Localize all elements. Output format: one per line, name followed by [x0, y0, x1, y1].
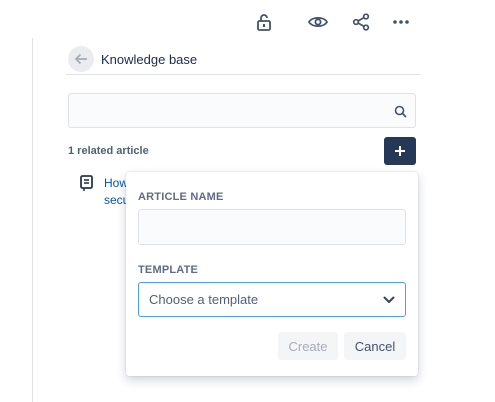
- search-icon: [394, 105, 407, 118]
- cancel-button[interactable]: Cancel: [344, 332, 406, 360]
- back-button[interactable]: [68, 46, 94, 72]
- unlock-icon[interactable]: [250, 8, 278, 36]
- article-name-label: ARTICLE NAME: [138, 191, 224, 203]
- template-select[interactable]: Choose a template: [138, 282, 406, 317]
- create-article-popup: ARTICLE NAME TEMPLATE Choose a template …: [126, 172, 418, 376]
- page-title: Knowledge base: [101, 51, 198, 67]
- related-article-link[interactable]: How secu: [80, 174, 130, 210]
- eye-icon[interactable]: [304, 8, 332, 36]
- create-button[interactable]: Create: [278, 332, 338, 360]
- header-divider: [66, 74, 420, 75]
- article-name-input[interactable]: [139, 210, 405, 244]
- related-articles-count: 1 related article: [68, 145, 149, 157]
- search-input[interactable]: [69, 94, 415, 127]
- template-label: TEMPLATE: [138, 264, 199, 276]
- more-icon[interactable]: [387, 8, 415, 36]
- share-icon[interactable]: [347, 8, 375, 36]
- plus-icon: [395, 146, 405, 156]
- template-select-value: Choose a template: [149, 292, 259, 307]
- article-name-field[interactable]: [138, 209, 406, 245]
- arrow-left-icon: [75, 53, 87, 65]
- top-toolbar: [250, 8, 420, 36]
- knowledge-base-panel: Knowledge base 1 related article How sec…: [0, 0, 495, 402]
- article-title-line1[interactable]: How: [104, 176, 128, 190]
- add-article-button[interactable]: [384, 137, 416, 165]
- chevron-down-icon: [383, 296, 395, 303]
- search-field[interactable]: [68, 93, 416, 128]
- left-divider: [32, 38, 33, 402]
- article-icon: [80, 175, 93, 191]
- panel-header: Knowledge base: [68, 44, 420, 74]
